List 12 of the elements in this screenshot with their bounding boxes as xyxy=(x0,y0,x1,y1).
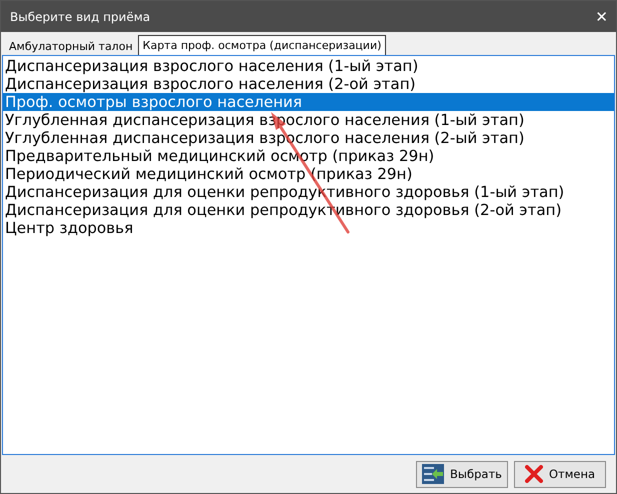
cancel-button[interactable]: Отмена xyxy=(514,460,606,488)
list-item[interactable]: Проф. осмотры взрослого населения xyxy=(3,93,614,111)
list-item[interactable]: Диспансеризация взрослого населения (2-ой этап) xyxy=(3,75,614,93)
list-item[interactable]: Центр здоровья xyxy=(3,219,614,237)
tab[interactable]: Карта проф. осмотра (диспансеризации) xyxy=(138,35,386,55)
close-icon xyxy=(524,465,543,483)
list-item[interactable]: Диспансеризация взрослого населения (1-ый этап) xyxy=(3,57,614,75)
close-button[interactable]: ✕ xyxy=(595,8,608,26)
select-button[interactable]: Выбрать xyxy=(416,460,508,488)
tab[interactable]: Амбулаторный талон xyxy=(4,37,138,55)
window-title: Выберите вид приёма xyxy=(10,10,150,24)
list-item[interactable]: Периодический медицинский осмотр (приказ 29н) xyxy=(3,165,614,183)
